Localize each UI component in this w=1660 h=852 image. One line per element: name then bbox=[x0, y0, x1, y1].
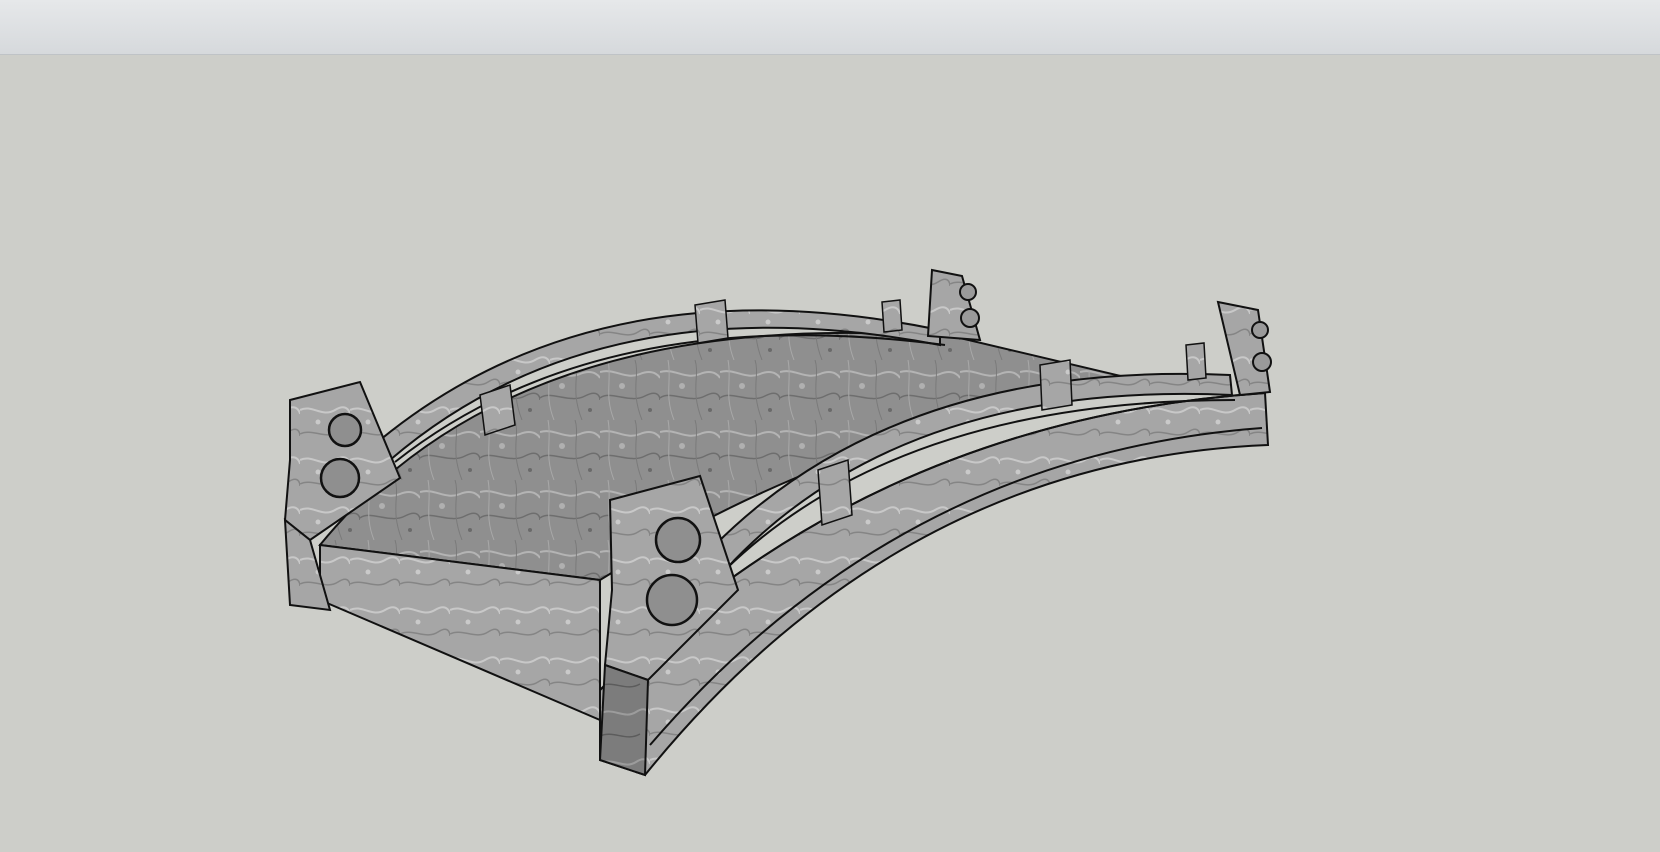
bridge-model bbox=[283, 268, 1272, 777]
3d-viewport[interactable] bbox=[0, 55, 1660, 852]
top-toolbar bbox=[0, 0, 1660, 55]
